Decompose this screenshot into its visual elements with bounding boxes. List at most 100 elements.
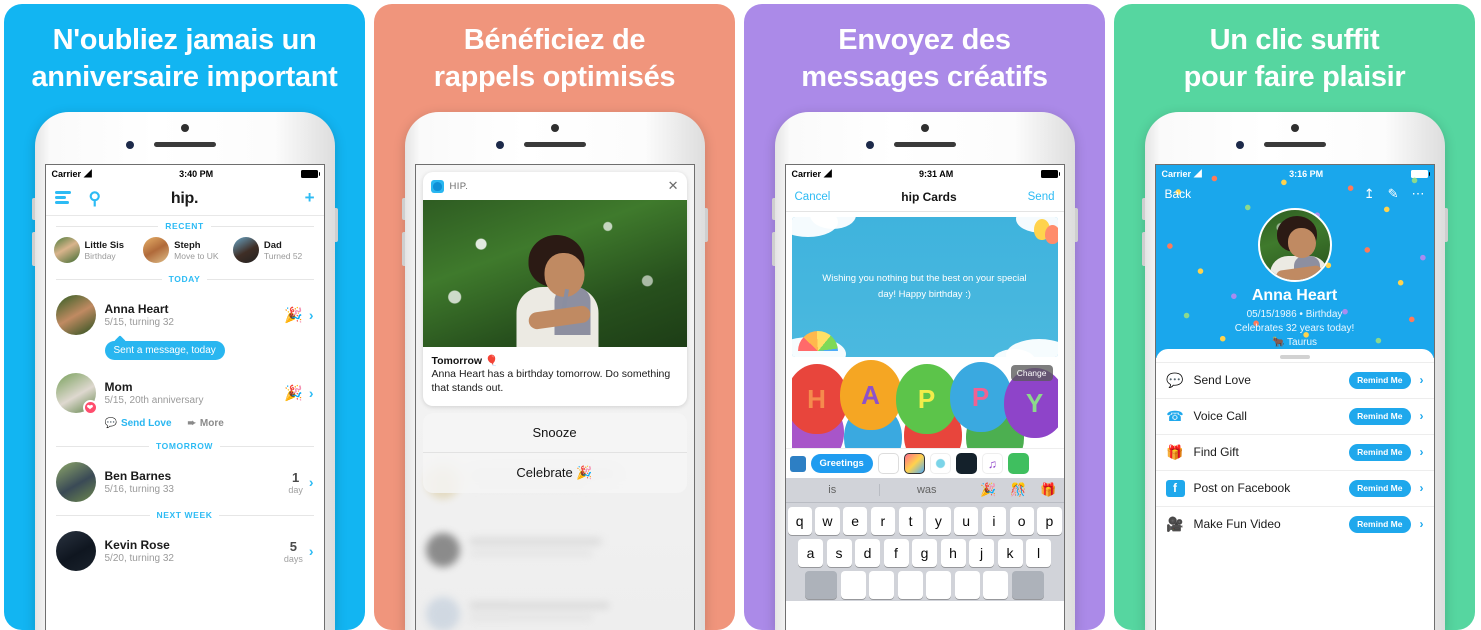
chevron-right-icon[interactable]: › (309, 307, 314, 323)
profile-zodiac: 🐂 Taurus (1156, 337, 1434, 348)
confetti-ball-icon[interactable]: 🎊 (1004, 482, 1034, 498)
key[interactable]: k (997, 539, 1023, 567)
change-card-button[interactable]: Change (1010, 365, 1053, 381)
table-row[interactable]: Anna Heart 5/15, turning 32 🎉 › (46, 288, 324, 338)
action-row-find-gift[interactable]: 🎁 Find Gift Remind Me › (1155, 433, 1434, 470)
chevron-right-icon[interactable]: › (1420, 481, 1424, 495)
table-row[interactable]: Kevin Rose 5/20, turning 32 5 days › (46, 524, 324, 574)
key[interactable]: q (787, 507, 812, 535)
key[interactable]: p (1037, 507, 1062, 535)
action-row-send-love[interactable]: 💬 Send Love Remind Me › (1155, 361, 1434, 398)
key[interactable]: r (870, 507, 895, 535)
remind-me-button[interactable]: Remind Me (1349, 479, 1411, 497)
key[interactable]: l (1026, 539, 1051, 567)
phone-screen-2: HIP. ✕ Tomorrow 🎈 Anna Heart has a birth… (414, 164, 695, 630)
key[interactable]: d (855, 539, 880, 567)
party-popper-icon[interactable]: 🎉 (284, 384, 303, 402)
greeting-card-preview[interactable]: Wishing you nothing but the best on your… (791, 217, 1058, 357)
key[interactable]: y (926, 507, 951, 535)
plus-icon[interactable]: + (305, 188, 315, 207)
list-item[interactable]: Steph Move to UK (143, 237, 226, 263)
key[interactable] (869, 571, 895, 599)
screenshot-panel-4: Un clic suffit pour faire plaisir Carrie… (1114, 4, 1475, 630)
avatar[interactable] (1257, 208, 1332, 282)
more-button[interactable]: ➨ More (188, 418, 224, 429)
app-icon-doodle[interactable] (929, 453, 951, 474)
prediction-word[interactable]: was (879, 484, 974, 496)
key[interactable]: w (815, 507, 840, 535)
shift-key[interactable] (805, 571, 838, 599)
key[interactable] (897, 571, 923, 599)
key[interactable]: h (940, 539, 966, 567)
key[interactable]: o (1009, 507, 1034, 535)
action-row-voice-call[interactable]: ☎ Voice Call Remind Me › (1155, 397, 1434, 434)
key[interactable] (840, 571, 866, 599)
backspace-key[interactable] (1011, 571, 1044, 599)
app-icon-sparkle[interactable] (955, 453, 977, 474)
app-store-icon[interactable] (789, 455, 806, 472)
cancel-button[interactable]: Cancel (795, 191, 831, 203)
search-icon[interactable]: ⚲ (89, 190, 101, 207)
key[interactable]: s (826, 539, 852, 567)
key[interactable]: f (883, 539, 909, 567)
action-row-make-video[interactable]: 🎥 Make Fun Video Remind Me › (1155, 505, 1434, 542)
remind-me-button[interactable]: Remind Me (1349, 515, 1411, 533)
key[interactable]: a (798, 539, 823, 567)
status-bar-3: Carrier ◢ 9:31 AM (786, 165, 1064, 182)
greetings-button[interactable]: Greetings (810, 454, 873, 473)
contact-detail: 5/16, turning 33 (104, 484, 175, 495)
remind-me-button[interactable]: Remind Me (1349, 443, 1411, 461)
chevron-right-icon[interactable]: › (1420, 445, 1424, 459)
compose-edit-icon[interactable]: ✎ (1388, 186, 1399, 202)
card-message: Wishing you nothing but the best on your… (822, 273, 1027, 300)
share-upload-icon[interactable]: ↥ (1364, 186, 1375, 202)
app-icon-photos[interactable] (903, 453, 925, 474)
list-item[interactable]: Little Sis Birthday (53, 237, 137, 263)
key[interactable]: g (912, 539, 937, 567)
remind-me-button[interactable]: Remind Me (1349, 371, 1411, 389)
close-icon[interactable]: ✕ (668, 178, 679, 194)
notification-banner[interactable]: HIP. ✕ Tomorrow 🎈 Anna Heart has a birth… (416, 165, 694, 406)
snooze-button[interactable]: Snooze (423, 413, 687, 452)
table-row[interactable]: Ben Barnes 5/16, turning 33 1 day › (46, 455, 324, 505)
quick-actions-menu: Snooze Celebrate 🎉 (422, 412, 687, 493)
chevron-right-icon[interactable]: › (309, 474, 314, 490)
list-item[interactable]: Dad Turned 52 (232, 237, 316, 263)
menu-lines-icon[interactable] (54, 191, 71, 206)
key[interactable] (983, 571, 1009, 599)
chevron-right-icon[interactable]: › (309, 543, 314, 559)
phone-icon: ☎ (1166, 407, 1184, 424)
party-popper-icon[interactable]: 🎉 (284, 306, 303, 324)
key[interactable]: j (969, 539, 994, 567)
proximity-sensor (550, 124, 559, 132)
action-row-post-facebook[interactable]: f Post on Facebook Remind Me › (1155, 469, 1434, 506)
key[interactable]: i (981, 507, 1006, 535)
chevron-right-icon[interactable]: › (1420, 409, 1424, 423)
chevron-right-icon[interactable]: › (1420, 373, 1424, 387)
gift-icon[interactable]: 🎁 (1034, 482, 1064, 498)
balloon-sticker[interactable]: H A P P Y Change (791, 360, 1058, 448)
back-button[interactable]: Back (1165, 187, 1351, 201)
table-row[interactable]: ❤ Mom 5/15, 20th anniversary 🎉 › (46, 366, 324, 416)
remind-me-button[interactable]: Remind Me (1349, 407, 1411, 425)
key[interactable]: e (843, 507, 868, 535)
key[interactable] (926, 571, 952, 599)
celebrate-button[interactable]: Celebrate 🎉 (422, 451, 687, 493)
prediction-word[interactable]: is (786, 484, 880, 496)
app-icon-green[interactable] (1007, 453, 1029, 474)
send-love-button[interactable]: 💬 Send Love (105, 418, 172, 429)
key[interactable]: t (898, 507, 923, 535)
facebook-icon: f (1165, 479, 1185, 497)
app-icon-blank[interactable] (877, 453, 899, 474)
app-icon-music[interactable]: ♫ (981, 453, 1003, 474)
screenshot-panel-3: Envoyez des messages créatifs Carrier ◢ … (744, 4, 1105, 630)
notification-title: Tomorrow 🎈 (432, 354, 678, 367)
key[interactable] (954, 571, 980, 599)
party-popper-icon[interactable]: 🎉 (974, 482, 1004, 498)
chevron-right-icon[interactable]: › (309, 385, 314, 401)
chevron-right-icon[interactable]: › (1420, 517, 1424, 531)
drag-handle[interactable] (1279, 355, 1310, 359)
more-dots-icon[interactable]: ⋯ (1412, 186, 1425, 202)
send-button[interactable]: Send (1028, 191, 1055, 203)
key[interactable]: u (954, 507, 979, 535)
